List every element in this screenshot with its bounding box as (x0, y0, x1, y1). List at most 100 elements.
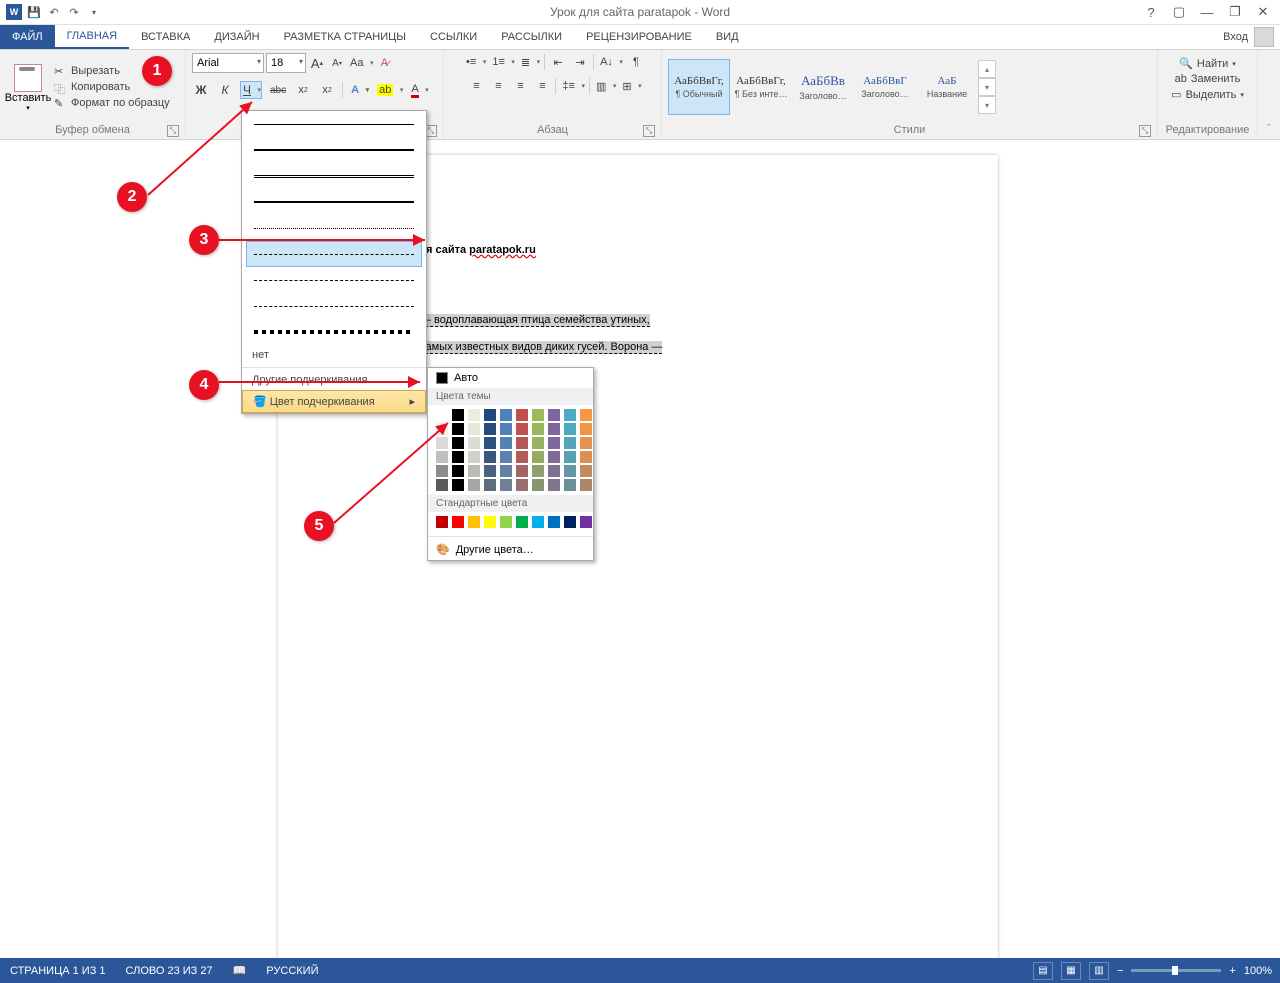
color-swatch[interactable] (548, 423, 560, 435)
color-swatch[interactable] (532, 516, 544, 528)
color-swatch[interactable] (580, 516, 592, 528)
color-swatch[interactable] (548, 516, 560, 528)
align-left-button[interactable]: ≡ (467, 77, 485, 95)
color-swatch[interactable] (532, 409, 544, 421)
style-title[interactable]: АаБНазвание (916, 59, 978, 115)
text-effects-button[interactable]: A (349, 81, 369, 99)
replace-button[interactable]: abЗаменить (1175, 73, 1241, 85)
color-swatch[interactable] (516, 465, 528, 477)
color-swatch[interactable] (564, 409, 576, 421)
avatar-icon[interactable] (1254, 27, 1274, 47)
multilevel-button[interactable]: ≣ (519, 53, 540, 71)
color-swatch[interactable] (500, 437, 512, 449)
underline-dashdotdot[interactable] (246, 293, 422, 319)
color-swatch[interactable] (468, 516, 480, 528)
signin-link[interactable]: Вход (1223, 31, 1248, 43)
underline-thick[interactable] (246, 137, 422, 163)
spellcheck-icon[interactable]: 📖 (223, 964, 257, 977)
collapse-ribbon-button[interactable]: ˆ (1258, 50, 1280, 139)
color-swatch[interactable] (468, 409, 480, 421)
paste-button[interactable]: Вставить ▾ (6, 62, 50, 112)
color-swatch[interactable] (468, 465, 480, 477)
grow-font-button[interactable]: A▴ (308, 54, 326, 72)
styles-scroll-up[interactable]: ▴ (978, 60, 996, 78)
color-swatch[interactable] (580, 437, 592, 449)
tab-references[interactable]: ССЫЛКИ (418, 25, 489, 49)
web-layout-button[interactable]: ▥ (1089, 962, 1109, 980)
underline-double[interactable] (246, 163, 422, 189)
color-swatch[interactable] (484, 465, 496, 477)
tab-layout[interactable]: РАЗМЕТКА СТРАНИЦЫ (272, 25, 418, 49)
strike-button[interactable]: abc (268, 81, 288, 99)
indent-increase-button[interactable]: ⇥ (571, 53, 589, 71)
color-swatch[interactable] (548, 437, 560, 449)
font-name-combo[interactable]: Arial▾ (192, 53, 264, 73)
color-swatch[interactable] (548, 479, 560, 491)
color-swatch[interactable] (516, 451, 528, 463)
color-swatch[interactable] (500, 479, 512, 491)
color-swatch[interactable] (516, 437, 528, 449)
tab-design[interactable]: ДИЗАЙН (202, 25, 271, 49)
zoom-in-button[interactable]: + (1229, 965, 1235, 977)
color-swatch[interactable] (564, 437, 576, 449)
color-auto[interactable]: Авто (428, 368, 593, 388)
shrink-font-button[interactable]: A▾ (328, 54, 346, 72)
styles-expand[interactable]: ▾ (978, 96, 996, 114)
tab-mailings[interactable]: РАССЫЛКИ (489, 25, 574, 49)
color-swatch[interactable] (468, 423, 480, 435)
subscript-button[interactable]: x2 (294, 81, 312, 99)
zoom-slider[interactable] (1131, 969, 1221, 972)
language-status[interactable]: РУССКИЙ (256, 965, 328, 977)
print-layout-button[interactable]: ▦ (1061, 962, 1081, 980)
clear-format-button[interactable]: A̷ (375, 54, 393, 72)
styles-scroll-down[interactable]: ▾ (978, 78, 996, 96)
color-swatch[interactable] (468, 451, 480, 463)
color-swatch[interactable] (500, 423, 512, 435)
color-swatch[interactable] (532, 423, 544, 435)
color-swatch[interactable] (484, 479, 496, 491)
minimize-button[interactable]: — (1196, 3, 1218, 21)
zoom-level[interactable]: 100% (1244, 965, 1272, 977)
style-normal[interactable]: АаБбВвГг,¶ Обычный (668, 59, 730, 115)
help-button[interactable]: ? (1140, 3, 1162, 21)
color-swatch[interactable] (580, 409, 592, 421)
read-mode-button[interactable]: ▤ (1033, 962, 1053, 980)
color-swatch[interactable] (580, 423, 592, 435)
color-swatch[interactable] (484, 451, 496, 463)
tab-file[interactable]: ФАЙЛ (0, 25, 55, 49)
color-swatch[interactable] (564, 479, 576, 491)
color-swatch[interactable] (580, 451, 592, 463)
redo-icon[interactable]: ↷ (66, 4, 82, 20)
ribbon-options-button[interactable]: ▢ (1168, 3, 1190, 21)
color-swatch[interactable] (500, 516, 512, 528)
font-size-combo[interactable]: 18▾ (266, 53, 306, 73)
tab-insert[interactable]: ВСТАВКА (129, 25, 202, 49)
color-swatch[interactable] (548, 451, 560, 463)
color-swatch[interactable] (564, 451, 576, 463)
color-swatch[interactable] (484, 409, 496, 421)
styles-dialog-launcher[interactable]: ⤡ (1139, 125, 1151, 137)
word-count[interactable]: СЛОВО 23 ИЗ 27 (116, 965, 223, 977)
color-swatch[interactable] (580, 479, 592, 491)
underline-dashdot[interactable] (246, 267, 422, 293)
color-swatch[interactable] (564, 423, 576, 435)
bullets-button[interactable]: •≡ (464, 53, 486, 71)
color-swatch[interactable] (580, 465, 592, 477)
align-right-button[interactable]: ≡ (511, 77, 529, 95)
color-swatch[interactable] (468, 437, 480, 449)
find-button[interactable]: 🔍Найти▾ (1179, 57, 1236, 70)
color-swatch[interactable] (532, 479, 544, 491)
tab-view[interactable]: ВИД (704, 25, 751, 49)
align-justify-button[interactable]: ≡ (533, 77, 551, 95)
maximize-button[interactable]: ❐ (1224, 3, 1246, 21)
more-colors[interactable]: 🎨Другие цвета… (428, 539, 593, 560)
change-case-button[interactable]: Aa (348, 54, 373, 72)
color-swatch[interactable] (532, 451, 544, 463)
color-swatch[interactable] (532, 465, 544, 477)
line-spacing-button[interactable]: ‡≡ (560, 77, 585, 95)
undo-icon[interactable]: ↶ (46, 4, 62, 20)
zoom-out-button[interactable]: − (1117, 965, 1123, 977)
style-nospace[interactable]: АаБбВвГг,¶ Без инте… (730, 59, 792, 115)
style-heading1[interactable]: АаБбВвЗаголово… (792, 59, 854, 115)
color-swatch[interactable] (516, 516, 528, 528)
